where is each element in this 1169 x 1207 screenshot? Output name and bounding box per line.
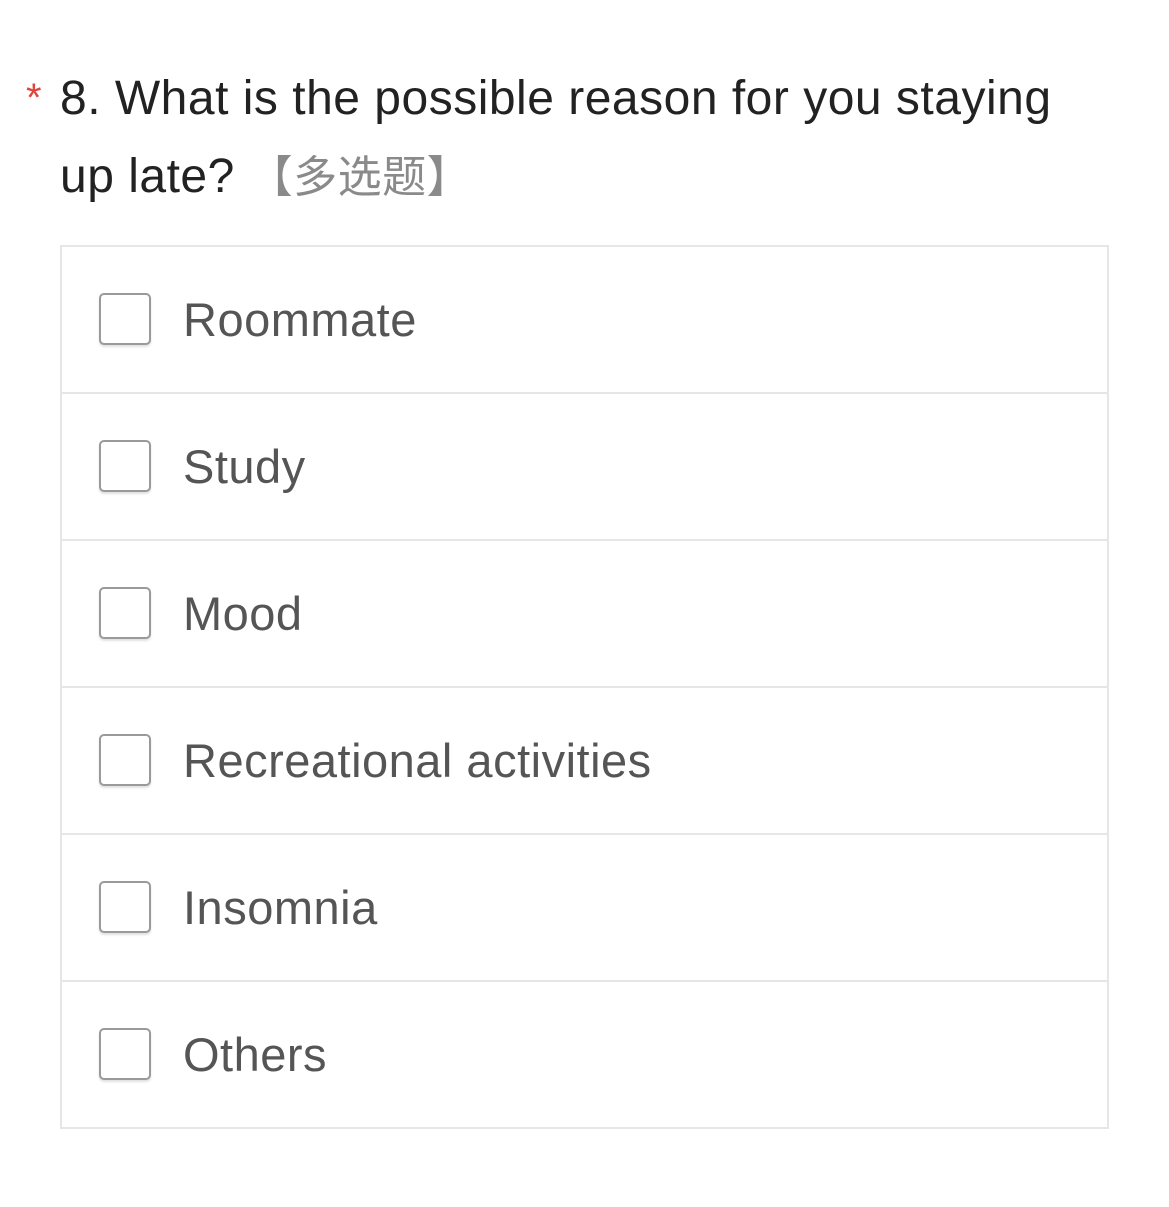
option-label: Roommate [183, 293, 417, 346]
option-label: Insomnia [183, 881, 378, 934]
checkbox[interactable] [99, 293, 151, 345]
checkbox[interactable] [99, 734, 151, 786]
checkbox[interactable] [99, 881, 151, 933]
option-others[interactable]: Others [62, 982, 1107, 1127]
option-study[interactable]: Study [62, 394, 1107, 541]
option-recreational-activities[interactable]: Recreational activities [62, 688, 1107, 835]
option-label: Recreational activities [183, 734, 652, 787]
required-asterisk: * [26, 76, 42, 120]
question-type-tag: 【多选题】 [248, 152, 472, 203]
option-mood[interactable]: Mood [62, 541, 1107, 688]
checkbox[interactable] [99, 587, 151, 639]
option-roommate[interactable]: Roommate [62, 247, 1107, 394]
option-label: Mood [183, 587, 303, 640]
question-title-text: 8. What is the possible reason for you s… [60, 72, 1052, 203]
option-insomnia[interactable]: Insomnia [62, 835, 1107, 982]
question-title: 8. What is the possible reason for you s… [60, 60, 1080, 217]
option-label: Others [183, 1028, 328, 1081]
option-label: Study [183, 440, 306, 493]
options-list: Roommate Study Mood Recreational activit… [60, 245, 1109, 1129]
checkbox[interactable] [99, 440, 151, 492]
checkbox[interactable] [99, 1028, 151, 1080]
